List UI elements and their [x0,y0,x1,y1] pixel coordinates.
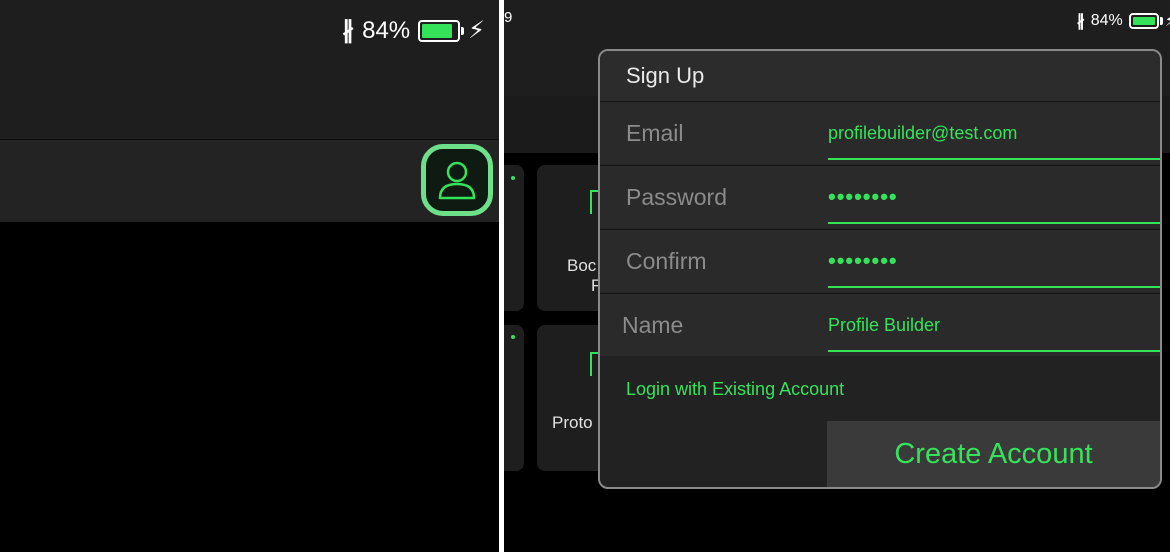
tile-indicator-dot [511,335,515,339]
battery-icon [418,19,465,42]
confirm-password-field[interactable]: •••••••• [828,230,898,292]
person-outline-icon [438,161,476,200]
bluetooth-icon: ∦ [1076,13,1085,30]
bolt-icon: ⚡︎ [468,17,485,44]
create-account-button[interactable]: Create Account [827,421,1160,487]
battery-percent: 84% [362,16,411,44]
login-existing-link[interactable]: Login with Existing Account [626,379,844,400]
battery-percent: 84% [1090,12,1123,29]
tile-left-top[interactable] [504,165,524,311]
bolt-icon: ⚡︎ [1165,11,1170,31]
name-field[interactable]: Profile Builder [828,294,940,356]
password-label: Password [626,184,727,210]
email-field[interactable]: profilebuilder@test.com [828,102,1017,164]
field-underline [828,222,1160,224]
email-row: Email profilebuilder@test.com [600,101,1160,164]
right-screen-panel: 9 ∦ 84% ⚡︎ Boc F Proto Sign Up Email pro… [504,0,1170,552]
tile-indicator-dot [511,176,515,180]
confirm-row: Confirm •••••••• [600,229,1160,292]
tile-label: Boc [567,256,597,275]
confirm-label: Confirm [626,248,707,274]
signup-dialog: Sign Up Email profilebuilder@test.com Pa… [598,49,1162,489]
status-bar: ∦ 84% ⚡︎ [0,0,499,62]
bluetooth-icon: ∦ [342,17,355,44]
field-underline [828,286,1160,288]
name-label: Name [622,312,684,338]
name-row: Name Profile Builder [600,293,1160,356]
dialog-title: Sign Up [600,51,1160,101]
password-row: Password •••••••• [600,165,1160,228]
profile-button[interactable] [421,144,493,216]
field-underline [828,350,1160,352]
email-label: Email [626,120,684,146]
tile-label: Proto [552,413,593,432]
tile-left-bottom[interactable] [504,325,524,471]
status-indicators: ∦ 84% ⚡︎ [1077,11,1170,31]
left-screen-panel: ∦ 84% ⚡︎ [0,0,499,552]
battery-icon [1128,13,1163,29]
password-field[interactable]: •••••••• [828,166,898,228]
status-indicators: ∦ 84% ⚡︎ [342,16,485,45]
navigation-bar [0,62,499,140]
field-underline [828,158,1160,160]
status-time: 9 [504,9,513,26]
status-bar: 9 ∦ 84% ⚡︎ [504,0,1170,46]
